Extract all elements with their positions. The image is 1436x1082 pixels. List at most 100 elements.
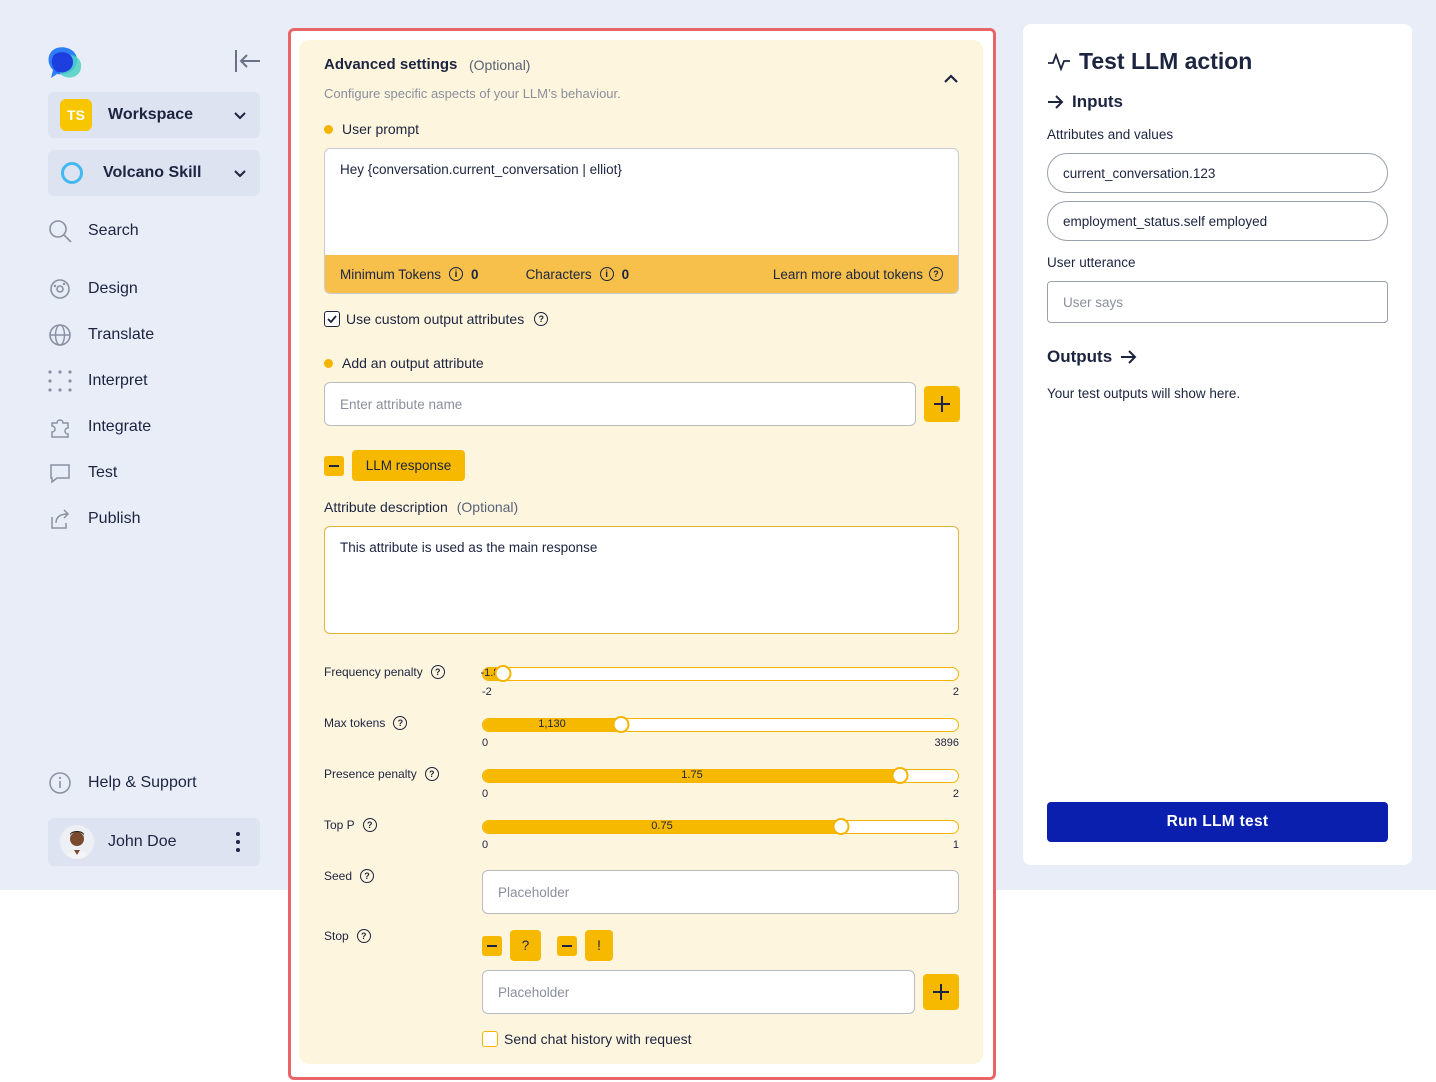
attribute-description-textarea[interactable]: This attribute is used as the main respo… — [324, 526, 959, 634]
attribute-name-input[interactable]: Enter attribute name — [324, 382, 916, 426]
slider-label-row: Frequency penalty? — [324, 665, 445, 679]
attributes-label: Attributes and values — [1047, 127, 1174, 142]
chat-history-checkbox[interactable] — [482, 1031, 498, 1047]
slider-value: 1,130 — [538, 718, 566, 730]
stop-chip[interactable]: ! — [585, 930, 613, 961]
user-profile[interactable]: John Doe — [48, 818, 260, 866]
sidebar-item-label: Test — [88, 464, 118, 481]
sidebar-item-test[interactable]: Test — [48, 458, 260, 488]
chevron-down-icon — [234, 112, 246, 120]
add-attribute-button[interactable] — [924, 386, 960, 422]
remove-stop-button[interactable] — [557, 936, 577, 956]
sidebar-item-translate[interactable]: Translate — [48, 320, 260, 350]
info-icon[interactable]: i — [449, 267, 464, 281]
skill-ring-icon — [61, 162, 83, 184]
palette-icon — [50, 279, 70, 299]
info-icon[interactable]: i — [599, 267, 614, 281]
remove-stop-button[interactable] — [482, 936, 502, 956]
user-utterance-input[interactable]: User says — [1047, 281, 1388, 323]
custom-output-checkbox[interactable] — [324, 311, 340, 327]
sidebar-item-integrate[interactable]: Integrate — [48, 412, 260, 442]
characters-value: 0 — [621, 266, 630, 282]
plus-icon — [933, 984, 949, 1000]
learn-more-tokens-link[interactable]: Learn more about tokens — [773, 267, 923, 282]
collapse-sidebar-icon[interactable] — [232, 48, 262, 74]
custom-output-row: Use custom output attributes ? — [324, 311, 549, 327]
help-icon[interactable]: ? — [356, 929, 371, 943]
custom-output-label: Use custom output attributes — [346, 311, 525, 327]
attribute-value-input[interactable]: employment_status.self employed — [1047, 201, 1388, 241]
skill-selector[interactable]: Volcano Skill — [48, 150, 260, 196]
sidebar-item-label: Interpret — [88, 372, 148, 389]
seed-label: Seed — [324, 869, 353, 883]
arrow-right-icon — [1048, 95, 1064, 109]
remove-attribute-button[interactable] — [324, 456, 344, 476]
stop-chip[interactable]: ? — [510, 930, 541, 961]
utterance-label: User utterance — [1047, 255, 1136, 270]
stop-input[interactable]: Placeholder — [482, 970, 915, 1014]
search-icon — [49, 220, 72, 243]
slider-knob[interactable] — [494, 665, 512, 682]
attr-desc-label: Attribute description — [324, 499, 448, 515]
test-llm-panel — [1023, 24, 1412, 865]
workspace-selector[interactable]: TS Workspace — [48, 92, 260, 138]
help-icon[interactable]: ? — [929, 267, 943, 281]
chat-bubble-icon — [50, 464, 70, 484]
sidebar-item-label: Integrate — [88, 418, 152, 435]
add-stop-button[interactable] — [923, 974, 959, 1010]
slider-label-row: Max tokens? — [324, 716, 408, 730]
activity-icon — [1048, 52, 1070, 72]
slider-track[interactable]: 1,130 — [482, 716, 959, 733]
advanced-settings-title: Advanced settings — [324, 56, 458, 73]
add-output-label-row: Add an output attribute — [324, 355, 484, 371]
slider-label: Presence penalty — [324, 767, 417, 781]
more-options-icon[interactable] — [228, 830, 248, 854]
globe-icon — [49, 324, 71, 346]
user-prompt-value: Hey {conversation.current_conversation |… — [340, 162, 622, 177]
help-icon[interactable]: ? — [362, 818, 377, 832]
help-icon[interactable]: ? — [430, 665, 445, 679]
user-prompt-textarea[interactable]: Hey {conversation.current_conversation |… — [324, 148, 959, 294]
plus-icon — [934, 396, 950, 412]
inputs-heading: Inputs — [1047, 92, 1123, 112]
sidebar-item-label: Translate — [88, 326, 155, 343]
chat-history-row: Send chat history with request — [482, 1031, 692, 1047]
share-icon — [51, 509, 70, 529]
slider-knob[interactable] — [612, 716, 630, 733]
slider-max-label: 1 — [952, 839, 959, 851]
sidebar-item-label: Search — [88, 222, 139, 239]
help-support-link[interactable]: Help & Support — [48, 768, 260, 798]
user-prompt-label-row: User prompt — [324, 121, 419, 137]
slider-track[interactable]: -1.83 — [480, 665, 959, 682]
help-icon[interactable]: ? — [424, 767, 439, 781]
required-dot — [324, 124, 333, 134]
seed-label-row: Seed ? — [324, 869, 375, 883]
slider-knob[interactable] — [832, 818, 850, 835]
slider-value: 1.75 — [681, 769, 703, 781]
slider-track[interactable]: 1.75 — [482, 767, 959, 784]
attribute-value-input[interactable]: current_conversation.123 — [1047, 153, 1388, 193]
outputs-empty-text: Your test outputs will show here. — [1047, 386, 1241, 401]
help-icon[interactable]: ? — [393, 716, 408, 730]
attribute-description-value: This attribute is used as the main respo… — [340, 540, 598, 555]
slider-track[interactable]: 0.75 — [482, 818, 959, 835]
slider-knob[interactable] — [891, 767, 909, 784]
user-name: John Doe — [108, 833, 177, 850]
sidebar-item-label: Publish — [88, 510, 141, 527]
run-llm-test-button[interactable]: Run LLM test — [1047, 802, 1388, 842]
attribute-chip[interactable]: LLM response — [352, 450, 465, 481]
help-icon[interactable]: ? — [360, 869, 375, 883]
sidebar-item-design[interactable]: Design — [48, 274, 260, 304]
min-tokens-label: Minimum Tokens — [340, 266, 442, 282]
workspace-badge: TS — [60, 99, 92, 131]
sidebar-item-publish[interactable]: Publish — [48, 504, 260, 534]
sidebar: TS Workspace Volcano Skill Search Design… — [0, 0, 284, 890]
sidebar-item-search[interactable]: Search — [48, 216, 260, 246]
chevron-down-icon — [234, 170, 246, 178]
help-icon[interactable]: ? — [534, 312, 549, 326]
seed-input[interactable]: Placeholder — [482, 870, 959, 914]
sidebar-item-interpret[interactable]: Interpret — [48, 366, 260, 396]
chevron-up-icon[interactable] — [942, 72, 960, 86]
slider-max-label: 2 — [952, 788, 959, 800]
sidebar-item-label: Design — [88, 280, 138, 297]
